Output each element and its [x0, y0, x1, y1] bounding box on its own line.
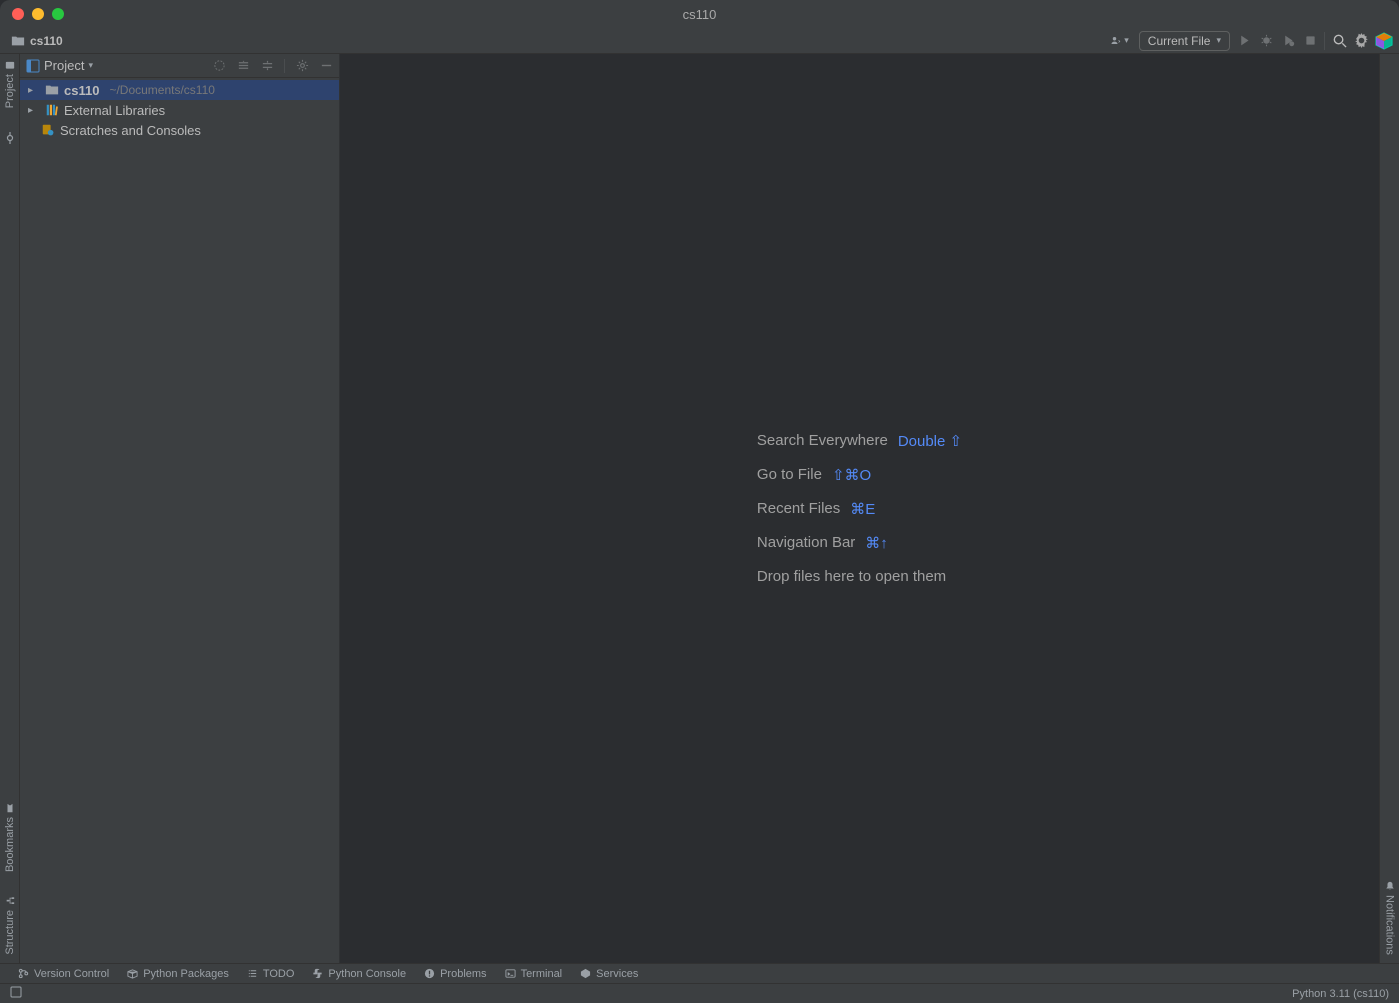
hint-recent-files: Recent Files ⌘E: [757, 500, 962, 518]
search-icon[interactable]: [1331, 33, 1347, 49]
run-config-label: Current File: [1148, 34, 1211, 48]
tree-root-name: cs110: [64, 83, 99, 98]
bottom-tool-tabs: Version Control Python Packages TODO Pyt…: [0, 963, 1399, 983]
project-panel-title[interactable]: Project: [44, 58, 84, 73]
window-title: cs110: [683, 7, 717, 22]
tree-external-libraries[interactable]: ▸ External Libraries: [20, 100, 339, 120]
tool-windows-icon[interactable]: [10, 986, 22, 998]
tree-item-label: Scratches and Consoles: [60, 123, 201, 138]
services-tab[interactable]: Services: [580, 968, 638, 980]
run-button[interactable]: [1236, 33, 1252, 49]
select-opened-file-icon[interactable]: [212, 59, 226, 73]
hint-search-everywhere: Search Everywhere Double ⇧: [757, 432, 962, 450]
tree-root-path: ~/Documents/cs110: [109, 83, 215, 97]
scratch-icon: [40, 122, 56, 138]
hint-go-to-file: Go to File ⇧⌘O: [757, 466, 962, 484]
breadcrumb-project[interactable]: cs110: [30, 34, 63, 48]
debug-button[interactable]: [1258, 33, 1274, 49]
empty-editor-hints: Search Everywhere Double ⇧ Go to File ⇧⌘…: [757, 432, 962, 585]
terminal-tab[interactable]: Terminal: [505, 968, 563, 980]
chevron-right-icon[interactable]: ▸: [28, 105, 40, 116]
version-control-tab[interactable]: Version Control: [18, 968, 109, 980]
problems-tab[interactable]: Problems: [424, 968, 486, 980]
hide-panel-icon[interactable]: [319, 59, 333, 73]
status-bar-left[interactable]: [10, 986, 22, 1001]
code-with-me-button[interactable]: ▾: [1104, 33, 1133, 49]
status-bar: Python 3.11 (cs110): [0, 983, 1399, 1003]
more-actions-button[interactable]: [1280, 33, 1296, 49]
jetbrains-toolbox-icon[interactable]: [1375, 32, 1393, 50]
navigation-bar: cs110 ▾ Current File ▾: [0, 28, 1399, 54]
library-icon: [44, 102, 60, 118]
chevron-down-icon[interactable]: ▾: [88, 60, 93, 71]
settings-icon[interactable]: [1353, 33, 1369, 49]
project-tool-tab[interactable]: Project: [4, 60, 16, 108]
chevron-down-icon: ▾: [1216, 35, 1221, 46]
tree-project-root[interactable]: ▸ cs110 ~/Documents/cs110: [20, 80, 339, 100]
left-tool-gutter: Project Bookmarks Structure: [0, 54, 20, 963]
notifications-tool-tab[interactable]: Notifications: [1384, 881, 1396, 955]
separator: [284, 59, 285, 73]
structure-tool-tab[interactable]: Structure: [4, 896, 16, 955]
project-tool-window: Project ▾ ▸ cs110 ~/Documents/cs110 ▸: [20, 54, 340, 963]
editor-area[interactable]: Search Everywhere Double ⇧ Go to File ⇧⌘…: [340, 54, 1379, 963]
python-console-tab[interactable]: Python Console: [312, 968, 406, 980]
maximize-window-button[interactable]: [52, 8, 64, 20]
chevron-right-icon[interactable]: ▸: [28, 85, 40, 96]
collapse-all-icon[interactable]: [260, 59, 274, 73]
window-controls: [12, 8, 64, 20]
bookmarks-tool-tab[interactable]: Bookmarks: [4, 803, 16, 872]
right-tool-gutter: Notifications: [1379, 54, 1399, 963]
project-tree: ▸ cs110 ~/Documents/cs110 ▸ External Lib…: [20, 78, 339, 963]
project-view-icon: [26, 59, 40, 73]
titlebar: cs110: [0, 0, 1399, 28]
stop-button[interactable]: [1302, 33, 1318, 49]
expand-all-icon[interactable]: [236, 59, 250, 73]
python-packages-tab[interactable]: Python Packages: [127, 968, 229, 980]
separator: [1324, 32, 1325, 50]
project-panel-header: Project ▾: [20, 54, 339, 78]
close-window-button[interactable]: [12, 8, 24, 20]
tree-scratches[interactable]: Scratches and Consoles: [20, 120, 339, 140]
commit-tool-icon[interactable]: [4, 132, 16, 144]
folder-icon: [10, 33, 26, 49]
hint-navigation-bar: Navigation Bar ⌘↑: [757, 534, 962, 552]
tree-item-label: External Libraries: [64, 103, 165, 118]
minimize-window-button[interactable]: [32, 8, 44, 20]
drop-files-hint: Drop files here to open them: [757, 568, 962, 585]
run-configuration-dropdown[interactable]: Current File ▾: [1139, 31, 1230, 51]
folder-icon: [44, 82, 60, 98]
gear-icon[interactable]: [295, 59, 309, 73]
interpreter-status[interactable]: Python 3.11 (cs110): [1292, 988, 1389, 1000]
todo-tab[interactable]: TODO: [247, 968, 295, 980]
